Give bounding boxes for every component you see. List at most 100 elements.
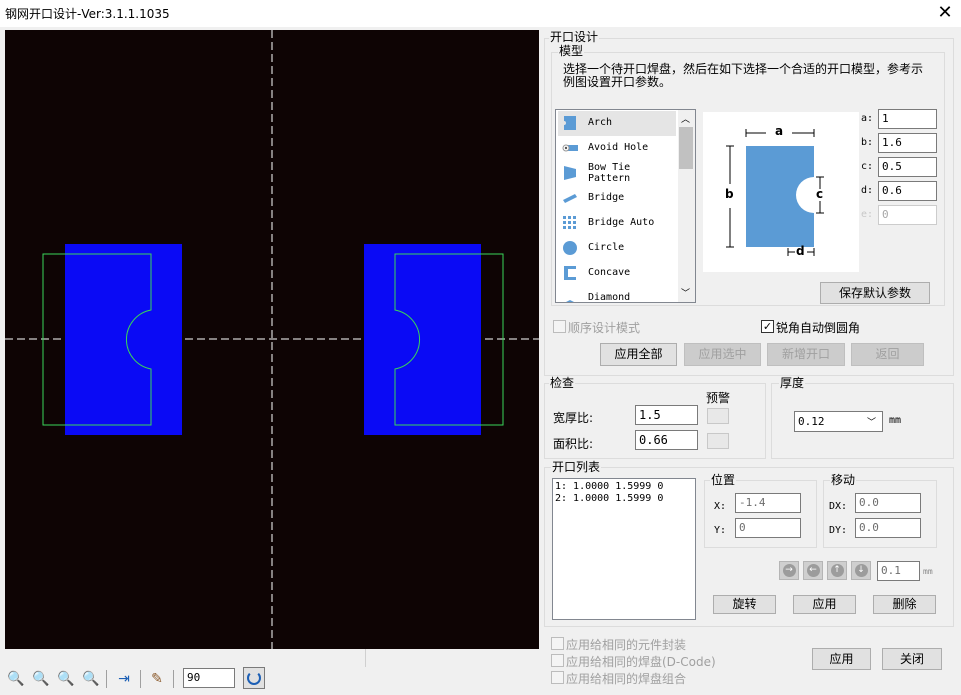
sequential-mode-checkbox: [553, 320, 566, 333]
pad-preview-svg: [5, 30, 539, 649]
list-item[interactable]: 2: 1.0000 1.5999 0: [555, 493, 693, 505]
model-item-bow-tie[interactable]: Bow Tie Pattern: [558, 161, 676, 186]
model-item-label-line2: Pattern: [588, 173, 631, 184]
move-left-button[interactable]: ←: [803, 561, 823, 580]
scrollbar-thumb[interactable]: [679, 127, 693, 169]
model-item-avoid-hole[interactable]: Avoid Hole: [558, 136, 676, 161]
opening-list[interactable]: 1: 1.0000 1.5999 0 2: 1.0000 1.5999 0: [552, 478, 696, 620]
model-item-diamond[interactable]: Diamond: [558, 286, 676, 303]
back-button: 返回: [851, 343, 924, 366]
apply-button[interactable]: 应用: [812, 648, 871, 670]
window-title: 钢网开口设计-Ver:3.1.1.1035: [5, 7, 170, 21]
model-item-label: Avoid Hole: [588, 142, 649, 153]
rotate-opening-button[interactable]: 旋转: [713, 595, 776, 614]
model-group-title: 模型: [558, 44, 585, 58]
canvas-toolbar: 🔍 🔍 🔍 🔍 ⇥ ✎ 90: [5, 667, 285, 691]
model-item-concave[interactable]: Concave: [558, 261, 676, 286]
pad-left[interactable]: [42, 244, 182, 435]
zoom-fit-icon[interactable]: 🔍: [57, 670, 75, 688]
move-down-button[interactable]: ↓: [851, 561, 871, 580]
model-list-scrollbar[interactable]: ︿ ﹀: [678, 110, 695, 302]
measure-icon[interactable]: ⇥: [115, 670, 133, 688]
position-y-input[interactable]: 0: [735, 518, 801, 538]
move-dx-input[interactable]: 0.0: [855, 493, 921, 513]
apply-selected-button: 应用选中: [684, 343, 761, 366]
apply-all-button[interactable]: 应用全部: [600, 343, 677, 366]
rotate-button[interactable]: [243, 667, 265, 689]
toolbar-separator: [106, 670, 107, 688]
scroll-up-icon[interactable]: ︿: [681, 112, 690, 125]
param-b-input[interactable]: 1.6: [878, 133, 937, 153]
design-group-title: 开口设计: [549, 30, 600, 44]
step-unit: mm: [923, 567, 933, 576]
zoom-out-icon[interactable]: 🔍: [32, 670, 50, 688]
model-item-arch[interactable]: Arch: [558, 111, 676, 136]
add-opening-button: 新增开口: [767, 343, 845, 366]
model-list[interactable]: Arch Avoid Hole Bow Tie Pattern Bridge B…: [555, 109, 696, 303]
apply-same-pad-group-label: 应用给相同的焊盘组合: [566, 672, 687, 686]
delete-opening-button[interactable]: 删除: [873, 595, 936, 614]
zoom-in-icon[interactable]: 🔍: [7, 670, 25, 688]
param-e-label: e:: [861, 209, 874, 220]
close-icon[interactable]: ✕: [935, 3, 955, 23]
arrow-left-icon: ←: [806, 564, 820, 577]
aspect-ratio-warning-indicator: [707, 408, 729, 424]
param-c-label: c:: [861, 161, 874, 172]
model-item-circle[interactable]: Circle: [558, 236, 676, 261]
pad-preview-canvas[interactable]: [5, 30, 539, 649]
pad-left-fill: [65, 244, 182, 435]
param-d-input[interactable]: 0.6: [878, 181, 937, 201]
list-item[interactable]: 1: 1.0000 1.5999 0: [555, 481, 693, 493]
thickness-select[interactable]: 0.12 ﹀: [794, 411, 883, 432]
clear-icon[interactable]: ✎: [148, 670, 166, 688]
move-dx-label: DX:: [829, 501, 848, 512]
pad-right[interactable]: [364, 244, 504, 435]
move-up-button[interactable]: ↑: [827, 561, 847, 580]
model-item-label: Diamond: [588, 292, 631, 303]
model-item-label: Bow Tie Pattern: [588, 162, 630, 184]
diagram-label-b: b: [725, 187, 734, 201]
model-item-label: Bridge: [588, 192, 625, 203]
apply-same-dcode-checkbox: [551, 654, 564, 667]
area-ratio-label: 面积比:: [553, 437, 594, 451]
position-group-title: 位置: [710, 473, 737, 487]
position-y-label: Y:: [714, 525, 727, 536]
bridge-auto-icon: [563, 216, 576, 229]
warning-label: 预警: [706, 391, 731, 405]
model-item-bridge-auto[interactable]: Bridge Auto: [558, 211, 676, 236]
auto-round-checkbox[interactable]: ✓: [761, 320, 774, 333]
save-default-params-button[interactable]: 保存默认参数: [820, 282, 930, 304]
param-e-input: 0: [878, 205, 937, 225]
splitter: [365, 649, 366, 667]
move-dy-label: DY:: [829, 525, 848, 536]
diagram-label-a: a: [775, 124, 784, 138]
arrow-up-icon: ↑: [830, 564, 844, 577]
apply-opening-button[interactable]: 应用: [793, 595, 856, 614]
param-c-input[interactable]: 0.5: [878, 157, 937, 177]
apply-same-footprint-checkbox: [551, 637, 564, 650]
diagram-label-c: c: [816, 187, 824, 201]
move-dy-input[interactable]: 0.0: [855, 518, 921, 538]
param-d-label: d:: [861, 185, 874, 196]
diamond-icon: [566, 300, 574, 302]
scroll-down-icon[interactable]: ﹀: [681, 286, 690, 299]
position-x-input[interactable]: -1.4: [735, 493, 801, 513]
rotation-angle-input[interactable]: 90: [183, 668, 235, 688]
area-ratio-value: 0.66: [635, 430, 698, 450]
arrow-right-icon: →: [782, 564, 796, 577]
zoom-window-icon[interactable]: 🔍: [82, 670, 100, 688]
model-item-bridge[interactable]: Bridge: [558, 186, 676, 211]
param-b-label: b:: [861, 137, 874, 148]
thickness-group-title: 厚度: [779, 376, 806, 390]
close-button[interactable]: 关闭: [882, 648, 942, 670]
thickness-unit: mm: [889, 415, 902, 426]
model-item-label: Circle: [588, 242, 625, 253]
arrow-down-icon: ↓: [854, 564, 868, 577]
step-input[interactable]: 0.1: [877, 561, 920, 581]
pad-right-fill: [364, 244, 481, 435]
model-instruction-line2: 例图设置开口参数。: [563, 75, 672, 89]
param-a-input[interactable]: 1: [878, 109, 937, 129]
apply-same-pad-group-checkbox: [551, 671, 564, 684]
move-right-button[interactable]: →: [779, 561, 799, 580]
check-group-title: 检查: [549, 376, 576, 390]
